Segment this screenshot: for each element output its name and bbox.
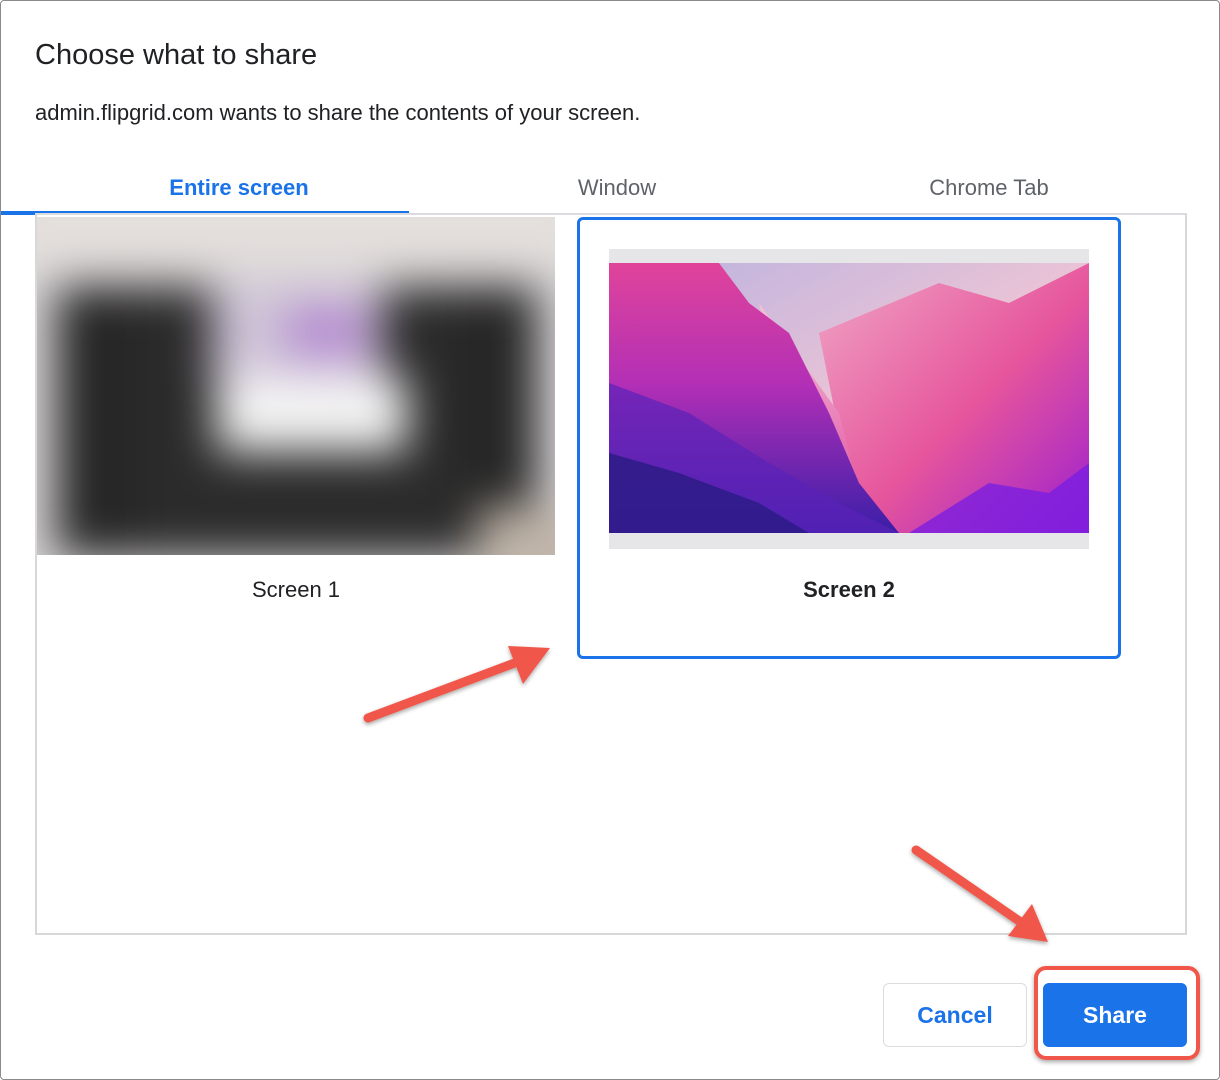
screen-2-thumbnail — [609, 249, 1089, 549]
screen-2-option[interactable]: Screen 2 — [577, 217, 1121, 659]
screen-1-option[interactable]: Screen 1 — [37, 217, 555, 637]
tab-bar: Entire screen Window Chrome Tab — [35, 161, 1187, 215]
screen-2-label: Screen 2 — [803, 577, 895, 602]
share-dialog: Choose what to share admin.flipgrid.com … — [0, 0, 1220, 1080]
screen-1-thumbnail — [37, 217, 555, 555]
tab-window[interactable]: Window — [443, 161, 791, 215]
wallpaper-preview — [609, 263, 1089, 533]
share-button[interactable]: Share — [1043, 983, 1187, 1047]
dialog-title: Choose what to share — [35, 39, 318, 71]
screen-1-label: Screen 1 — [251, 577, 341, 602]
tab-entire-screen[interactable]: Entire screen — [35, 161, 443, 215]
tab-chrome-tab[interactable]: Chrome Tab — [791, 161, 1187, 215]
cancel-button[interactable]: Cancel — [883, 983, 1027, 1047]
blurred-screen-preview — [37, 217, 555, 555]
dialog-subtitle: admin.flipgrid.com wants to share the co… — [35, 100, 641, 125]
source-list-panel: Screen 1 Screen 2 — [35, 213, 1187, 935]
